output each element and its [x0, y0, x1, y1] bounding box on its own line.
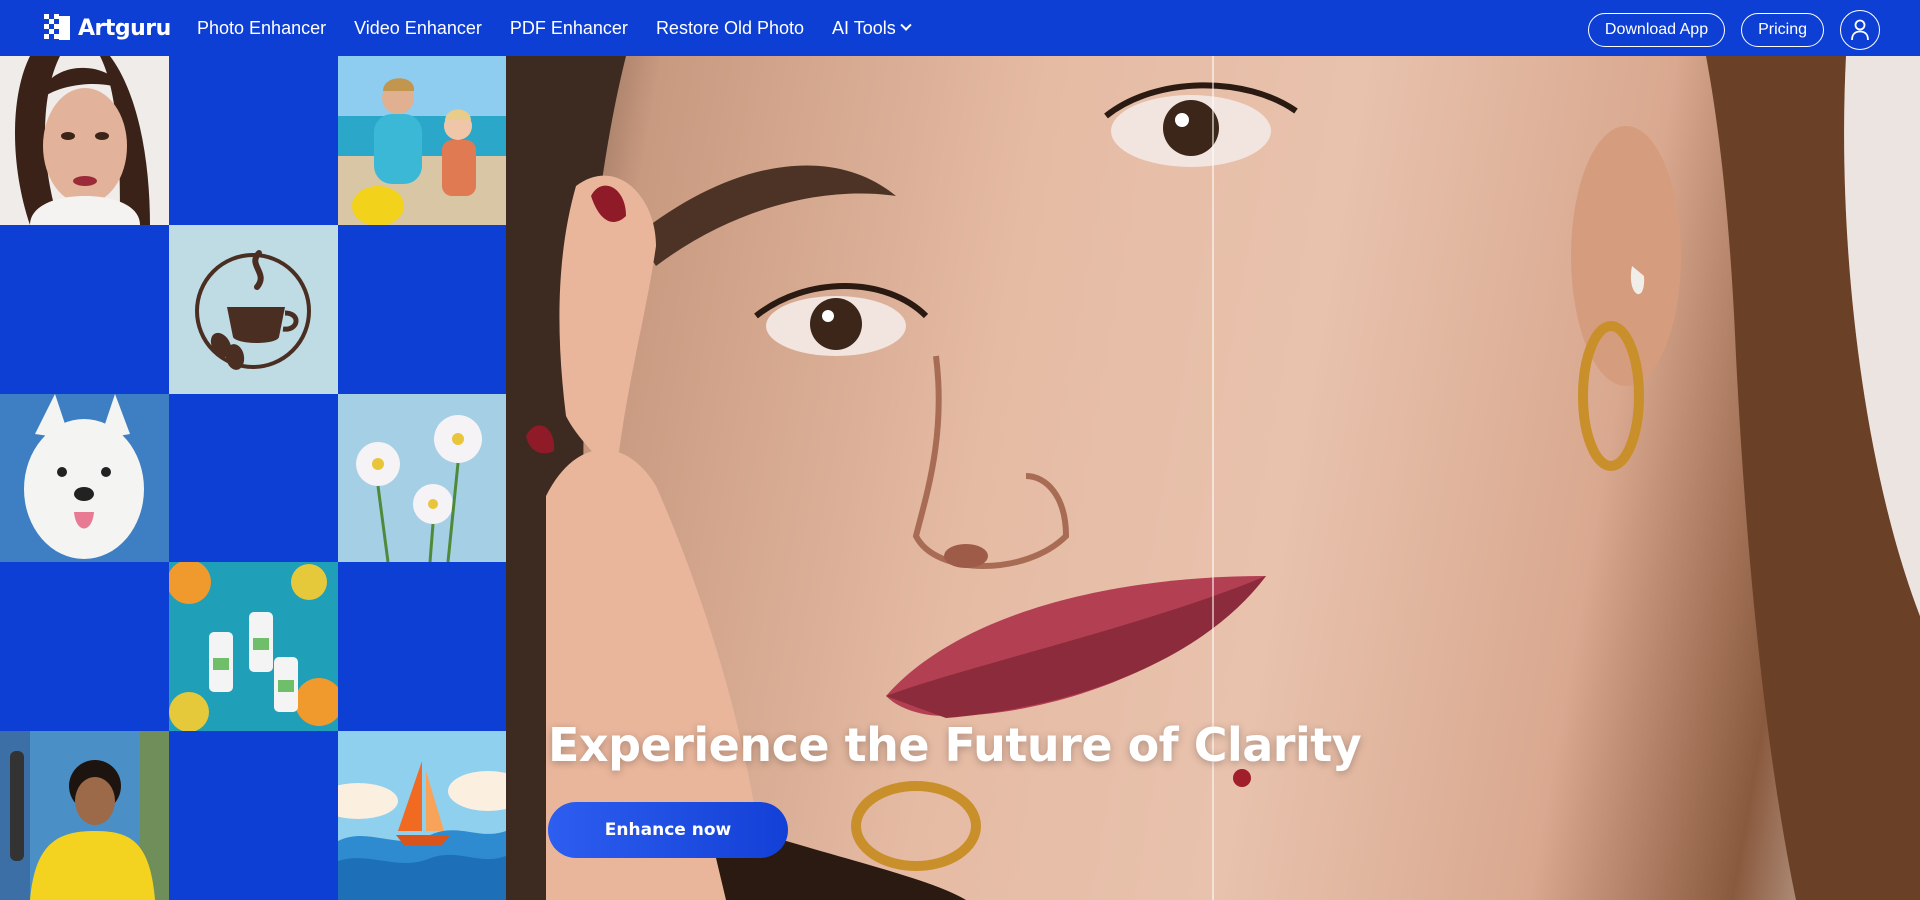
sample-skater-boy-image — [0, 731, 169, 900]
user-account-button[interactable] — [1840, 10, 1880, 50]
grid-blue-tile — [338, 562, 506, 731]
brand-name: Artguru — [78, 15, 171, 41]
sample-coffee-logo-image — [169, 225, 338, 394]
pricing-button[interactable]: Pricing — [1741, 13, 1824, 47]
grid-blue-tile — [169, 394, 338, 562]
brand-logo[interactable]: Artguru — [44, 14, 171, 42]
hero-title: Experience the Future of Clarity — [548, 718, 1362, 772]
sample-portrait-woman-image — [0, 56, 169, 225]
sample-nail-polish-image — [169, 562, 338, 731]
grid-blue-tile — [169, 731, 338, 900]
enhance-now-button[interactable]: Enhance now — [548, 802, 788, 858]
menu-item-restore-old-photo[interactable]: Restore Old Photo — [656, 18, 804, 39]
sample-sailboat-image — [338, 731, 506, 900]
hero-comparison-image: Experience the Future of Clarity Enhance… — [506, 56, 1920, 900]
top-navigation: Artguru Photo Enhancer Video Enhancer PD… — [0, 0, 1920, 56]
comparison-slider-divider[interactable] — [1212, 56, 1214, 900]
grid-blue-tile — [338, 225, 506, 394]
sample-white-dog-image — [0, 394, 169, 562]
download-app-button[interactable]: Download App — [1587, 13, 1726, 47]
main-menu: Photo Enhancer Video Enhancer PDF Enhanc… — [197, 0, 912, 56]
menu-item-ai-tools[interactable]: AI Tools — [832, 17, 912, 39]
grid-blue-tile — [0, 562, 169, 731]
menu-item-ai-tools-label: AI Tools — [832, 17, 896, 38]
grid-blue-tile — [0, 225, 169, 394]
logo-mark-icon — [44, 14, 72, 42]
nav-actions: Download App Pricing — [1587, 10, 1880, 50]
menu-item-pdf-enhancer[interactable]: PDF Enhancer — [510, 18, 628, 39]
menu-item-photo-enhancer[interactable]: Photo Enhancer — [197, 18, 326, 39]
sample-flowers-image — [338, 394, 506, 562]
sample-image-grid — [0, 56, 506, 900]
page: Artguru Photo Enhancer Video Enhancer PD… — [0, 0, 1920, 900]
chevron-down-icon — [900, 19, 912, 31]
grid-blue-tile — [169, 56, 338, 225]
user-icon — [1851, 19, 1869, 41]
menu-item-video-enhancer[interactable]: Video Enhancer — [354, 18, 482, 39]
sample-beach-family-image — [338, 56, 506, 225]
